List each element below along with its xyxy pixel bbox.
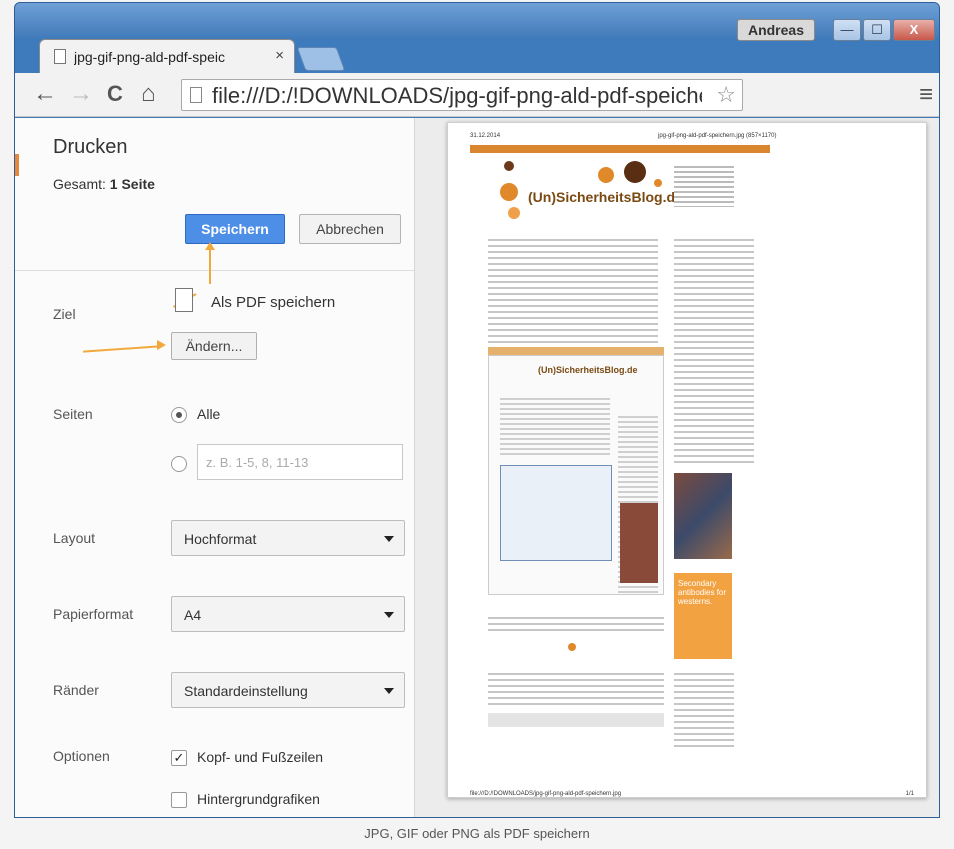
page-total: Gesamt: 1 Seite — [53, 176, 155, 192]
pdf-document-icon — [175, 288, 193, 312]
total-label: Gesamt: — [53, 176, 106, 192]
browser-window: Andreas — ☐ X jpg-gif-png-ald-pdf-speic … — [14, 2, 940, 818]
forward-icon[interactable]: → — [69, 79, 93, 109]
embedded-photo — [620, 503, 658, 583]
home-icon[interactable]: ⌂ — [141, 79, 156, 109]
sidebar-list — [674, 235, 754, 465]
chevron-down-icon — [384, 612, 394, 618]
article-footer-text — [488, 613, 664, 633]
chevron-down-icon — [384, 688, 394, 694]
minimize-button[interactable]: — — [833, 19, 861, 41]
paper-label: Papierformat — [53, 606, 134, 622]
cancel-button[interactable]: Abbrechen — [299, 214, 401, 244]
print-title: Drucken — [53, 136, 128, 158]
logo-dot — [654, 179, 662, 187]
background-graphics-label: Hintergrundgrafiken — [197, 791, 320, 807]
print-settings-panel: Drucken Gesamt: 1 Seite Speichern Abbrec… — [15, 118, 415, 817]
url-text[interactable]: file:///D:/!DOWNLOADS/jpg-gif-png-ald-pd… — [212, 83, 702, 109]
preview-date: 31.12.2014 — [470, 133, 501, 139]
annotation-arrow-right — [83, 345, 159, 353]
blog-nav-bar — [470, 145, 770, 153]
layout-value: Hochformat — [184, 531, 257, 547]
tab-close-icon[interactable]: × — [275, 47, 284, 64]
accent-strip — [15, 154, 19, 176]
pages-all-radio[interactable] — [171, 407, 187, 423]
change-destination-button[interactable]: Ändern... — [171, 332, 257, 360]
ad-banner: Secondary antibodies for westerns. — [674, 573, 732, 659]
embedded-text — [500, 395, 610, 455]
sidebar-list-lower — [674, 669, 734, 749]
pages-custom-input[interactable]: z. B. 1-5, 8, 11-13 — [197, 444, 403, 480]
header-footer-label: Kopf- und Fußzeilen — [197, 749, 324, 765]
ad-text: Secondary antibodies for westerns. — [678, 579, 727, 606]
margins-label: Ränder — [53, 682, 99, 698]
back-icon[interactable]: ← — [33, 79, 57, 109]
logo-dot — [598, 167, 614, 183]
annotation-arrow-up — [209, 246, 211, 284]
close-window-button[interactable]: X — [893, 19, 935, 41]
preview-page-number: 1/1 — [905, 791, 914, 797]
logo-dot — [500, 183, 518, 201]
new-tab-button[interactable] — [296, 47, 346, 71]
address-bar[interactable]: file:///D:/!DOWNLOADS/jpg-gif-png-ald-pd… — [181, 79, 743, 111]
comments-text — [488, 669, 664, 709]
maximize-button[interactable]: ☐ — [863, 19, 891, 41]
article-text — [488, 235, 658, 355]
print-preview-area: 31.12.2014 jpg-gif-png-ald-pdf-speichern… — [415, 118, 939, 817]
margins-value: Standardeinstellung — [184, 683, 308, 699]
logo-dot — [568, 643, 576, 651]
pages-custom-radio[interactable] — [171, 456, 187, 472]
layout-select[interactable]: Hochformat — [171, 520, 405, 556]
preview-header: jpg-gif-png-ald-pdf-speichern.jpg (857×1… — [658, 133, 777, 139]
blog-logo: (Un)SicherheitsBlog.de — [528, 189, 683, 205]
reload-icon[interactable]: C — [107, 79, 123, 109]
paper-value: A4 — [184, 607, 202, 623]
file-icon — [54, 49, 66, 64]
sidebar-text — [674, 163, 734, 207]
menu-icon[interactable]: ≡ — [919, 81, 933, 109]
save-button[interactable]: Speichern — [185, 214, 285, 244]
tab-title: jpg-gif-png-ald-pdf-speic — [74, 49, 225, 65]
page-icon — [190, 87, 202, 103]
pages-all-label: Alle — [197, 406, 221, 422]
embedded-image — [500, 465, 612, 561]
pages-label: Seiten — [53, 406, 93, 422]
bookmark-star-icon[interactable]: ☆ — [716, 82, 736, 108]
arrowhead-right — [157, 340, 166, 350]
margins-select[interactable]: Standardeinstellung — [171, 672, 405, 708]
destination-label: Ziel — [53, 306, 76, 322]
browser-toolbar: ← → C ⌂ file:///D:/!DOWNLOADS/jpg-gif-pn… — [15, 73, 939, 117]
preview-footer: file:///D:/!DOWNLOADS/jpg-gif-png-ald-pd… — [470, 791, 622, 797]
embedded-bar — [488, 347, 664, 355]
embedded-logo: (Un)SicherheitsBlog.de — [538, 365, 638, 375]
total-value: 1 Seite — [109, 176, 155, 192]
logo-dot — [508, 207, 520, 219]
image-caption: JPG, GIF oder PNG als PDF speichern — [364, 826, 590, 841]
logo-dot — [624, 161, 646, 183]
tab-active[interactable]: jpg-gif-png-ald-pdf-speic × — [39, 39, 295, 73]
divider — [15, 270, 414, 271]
comment-box — [488, 713, 664, 727]
background-graphics-checkbox[interactable] — [171, 792, 187, 808]
sidebar-photo — [674, 473, 732, 559]
layout-label: Layout — [53, 530, 96, 546]
title-bar[interactable]: Andreas — ☐ X — [15, 3, 939, 41]
logo-dot — [504, 161, 514, 171]
chevron-down-icon — [384, 536, 394, 542]
preview-page[interactable]: 31.12.2014 jpg-gif-png-ald-pdf-speichern… — [447, 122, 927, 798]
paper-select[interactable]: A4 — [171, 596, 405, 632]
print-dialog: Drucken Gesamt: 1 Seite Speichern Abbrec… — [15, 118, 939, 817]
profile-button[interactable]: Andreas — [736, 19, 815, 41]
arrowhead-up — [205, 242, 215, 250]
options-label: Optionen — [53, 748, 110, 764]
destination-value: Als PDF speichern — [211, 294, 336, 311]
header-footer-checkbox[interactable]: ✓ — [171, 750, 187, 766]
